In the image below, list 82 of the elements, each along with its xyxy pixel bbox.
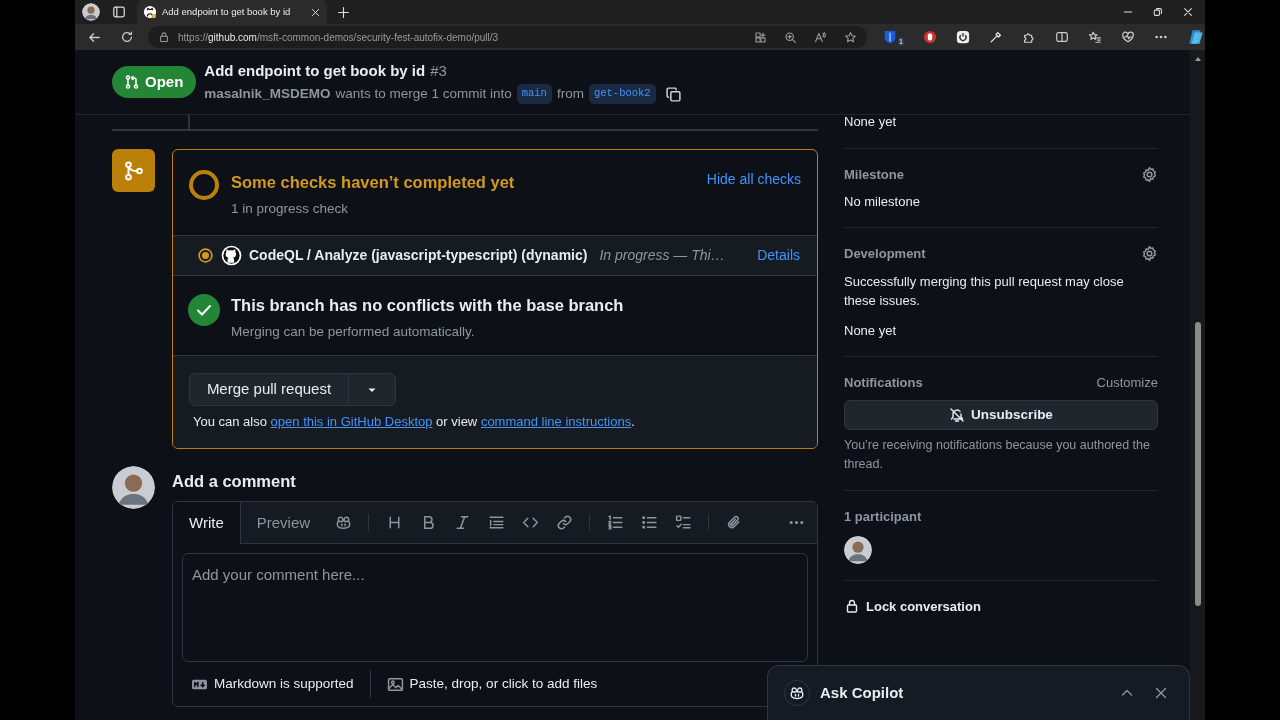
merge-hint: You can also open this in GitHub Desktop or view command line instructions. [192,413,636,431]
tab-favicon-icon [143,5,157,19]
sidebar-value: Successfully merging this pull request may close these issues. [844,272,1125,310]
tab-actions-icon[interactable] [112,5,126,19]
tab-close-icon[interactable] [310,6,321,18]
sidebar-heading: Milestone [844,165,904,184]
merge-status-title: This branch has no conflicts with the base branch [231,295,624,316]
head-branch[interactable]: get-book2 [588,84,656,105]
favorites-list-icon[interactable] [1088,30,1102,44]
pr-title: Add endpoint to get book by id [204,60,426,81]
browser-essentials-icon[interactable] [1121,30,1135,44]
copilot-title: Ask Copilot [820,682,905,703]
bulleted-list-icon[interactable] [640,514,658,532]
checks-subtitle: 1 in progress check [231,199,350,218]
inline-link[interactable]: open this in GitHub Desktop [270,414,433,429]
customize-link[interactable]: Customize [1096,372,1158,392]
merge-status-subtitle: Merging can be performed automatically. [231,322,476,341]
split-screen-icon[interactable] [1055,30,1069,44]
hide-checks-link[interactable]: Hide all checks [706,169,801,189]
favorite-icon[interactable] [844,30,858,44]
numbered-list-icon[interactable] [606,514,624,532]
base-branch[interactable]: main [516,84,552,105]
author-link[interactable]: masalnik_MSDEMO [204,84,331,105]
scrollbar-thumb[interactable] [1194,322,1201,606]
shield-extension-icon[interactable] [883,30,898,44]
comment-heading: Add a comment [172,470,297,492]
comment-field[interactable]: Add your comment here... [182,553,808,663]
copilot-sidebar-icon[interactable] [1187,28,1205,46]
lock-icon [844,598,860,615]
settings-icon[interactable] [1141,245,1158,263]
settings-icon[interactable] [1141,165,1158,183]
cat-logo-icon [221,245,242,266]
merge-summary: wants to merge 1 commit into [335,85,512,104]
checks-title: Some checks haven’t completed yet [231,172,516,193]
pending-ring-icon [188,169,220,201]
sidebar-heading: 1 participant [844,508,923,526]
sidebar-value: No milestone [844,193,921,211]
lock-icon [158,31,170,43]
restore-icon[interactable] [1152,6,1164,18]
user-avatar [112,465,155,509]
zoom-icon[interactable] [784,30,798,44]
pr-number: #3 [430,60,447,81]
sidebar-value: None yet [844,113,898,131]
editor-tab[interactable]: Write [173,502,241,545]
image-icon [386,675,404,693]
lock-conversation-link[interactable]: Lock conversation [844,596,981,616]
link-icon[interactable] [555,514,573,532]
browser-tab[interactable]: Add endpoint to get book by id [137,0,327,24]
notification-note: You’re receiving notifications because you authored the thread. [844,437,1151,473]
url-text: https://github.com/msft-common-demos/security-fest-autofix-demo/pull/3 [178,30,499,45]
refresh-icon[interactable] [120,30,134,44]
sidebar-heading: Notifications [844,373,923,392]
copilot-icon[interactable] [334,514,352,532]
sidebar-value: None yet [844,321,898,340]
check-name: CodeQL / Analyze (javascript-typescript) (dynamic) [249,246,588,265]
extensions-icon[interactable] [1022,30,1036,44]
scroll-up-icon[interactable] [1193,55,1202,63]
task-list-icon[interactable] [674,514,692,532]
close-icon[interactable] [1153,685,1169,701]
new-tab-icon[interactable] [337,5,350,19]
italic-icon[interactable] [453,514,471,532]
address-bar[interactable]: https://github.com/msft-common-demos/security-fest-autofix-demo/pull/3 [148,26,868,48]
bell-slash-icon [949,407,966,423]
read-aloud-icon[interactable] [814,30,828,44]
profile-avatar [82,3,100,21]
check-status: In progress — Thi… [599,246,726,265]
status-badge: Open [112,66,197,98]
editor-tab[interactable]: Preview [240,502,327,544]
quote-icon[interactable] [487,514,505,532]
attach-files-hint[interactable]: Paste, drop, or click to add files [409,674,598,695]
participant-avatar [844,535,872,564]
copy-icon[interactable] [664,85,682,103]
close-icon[interactable] [1182,6,1194,18]
unsubscribe-button[interactable]: Unsubscribe [844,400,1158,430]
app-available-icon[interactable] [754,30,768,44]
sidebar-heading: Development [844,245,926,263]
markdown-hint[interactable]: Markdown is supported [214,674,354,695]
copilot-icon [789,685,805,701]
power-extension-icon[interactable] [956,30,970,44]
from-text: from [556,85,584,104]
details-link[interactable]: Details [757,245,800,266]
pull-request-icon [124,74,140,90]
